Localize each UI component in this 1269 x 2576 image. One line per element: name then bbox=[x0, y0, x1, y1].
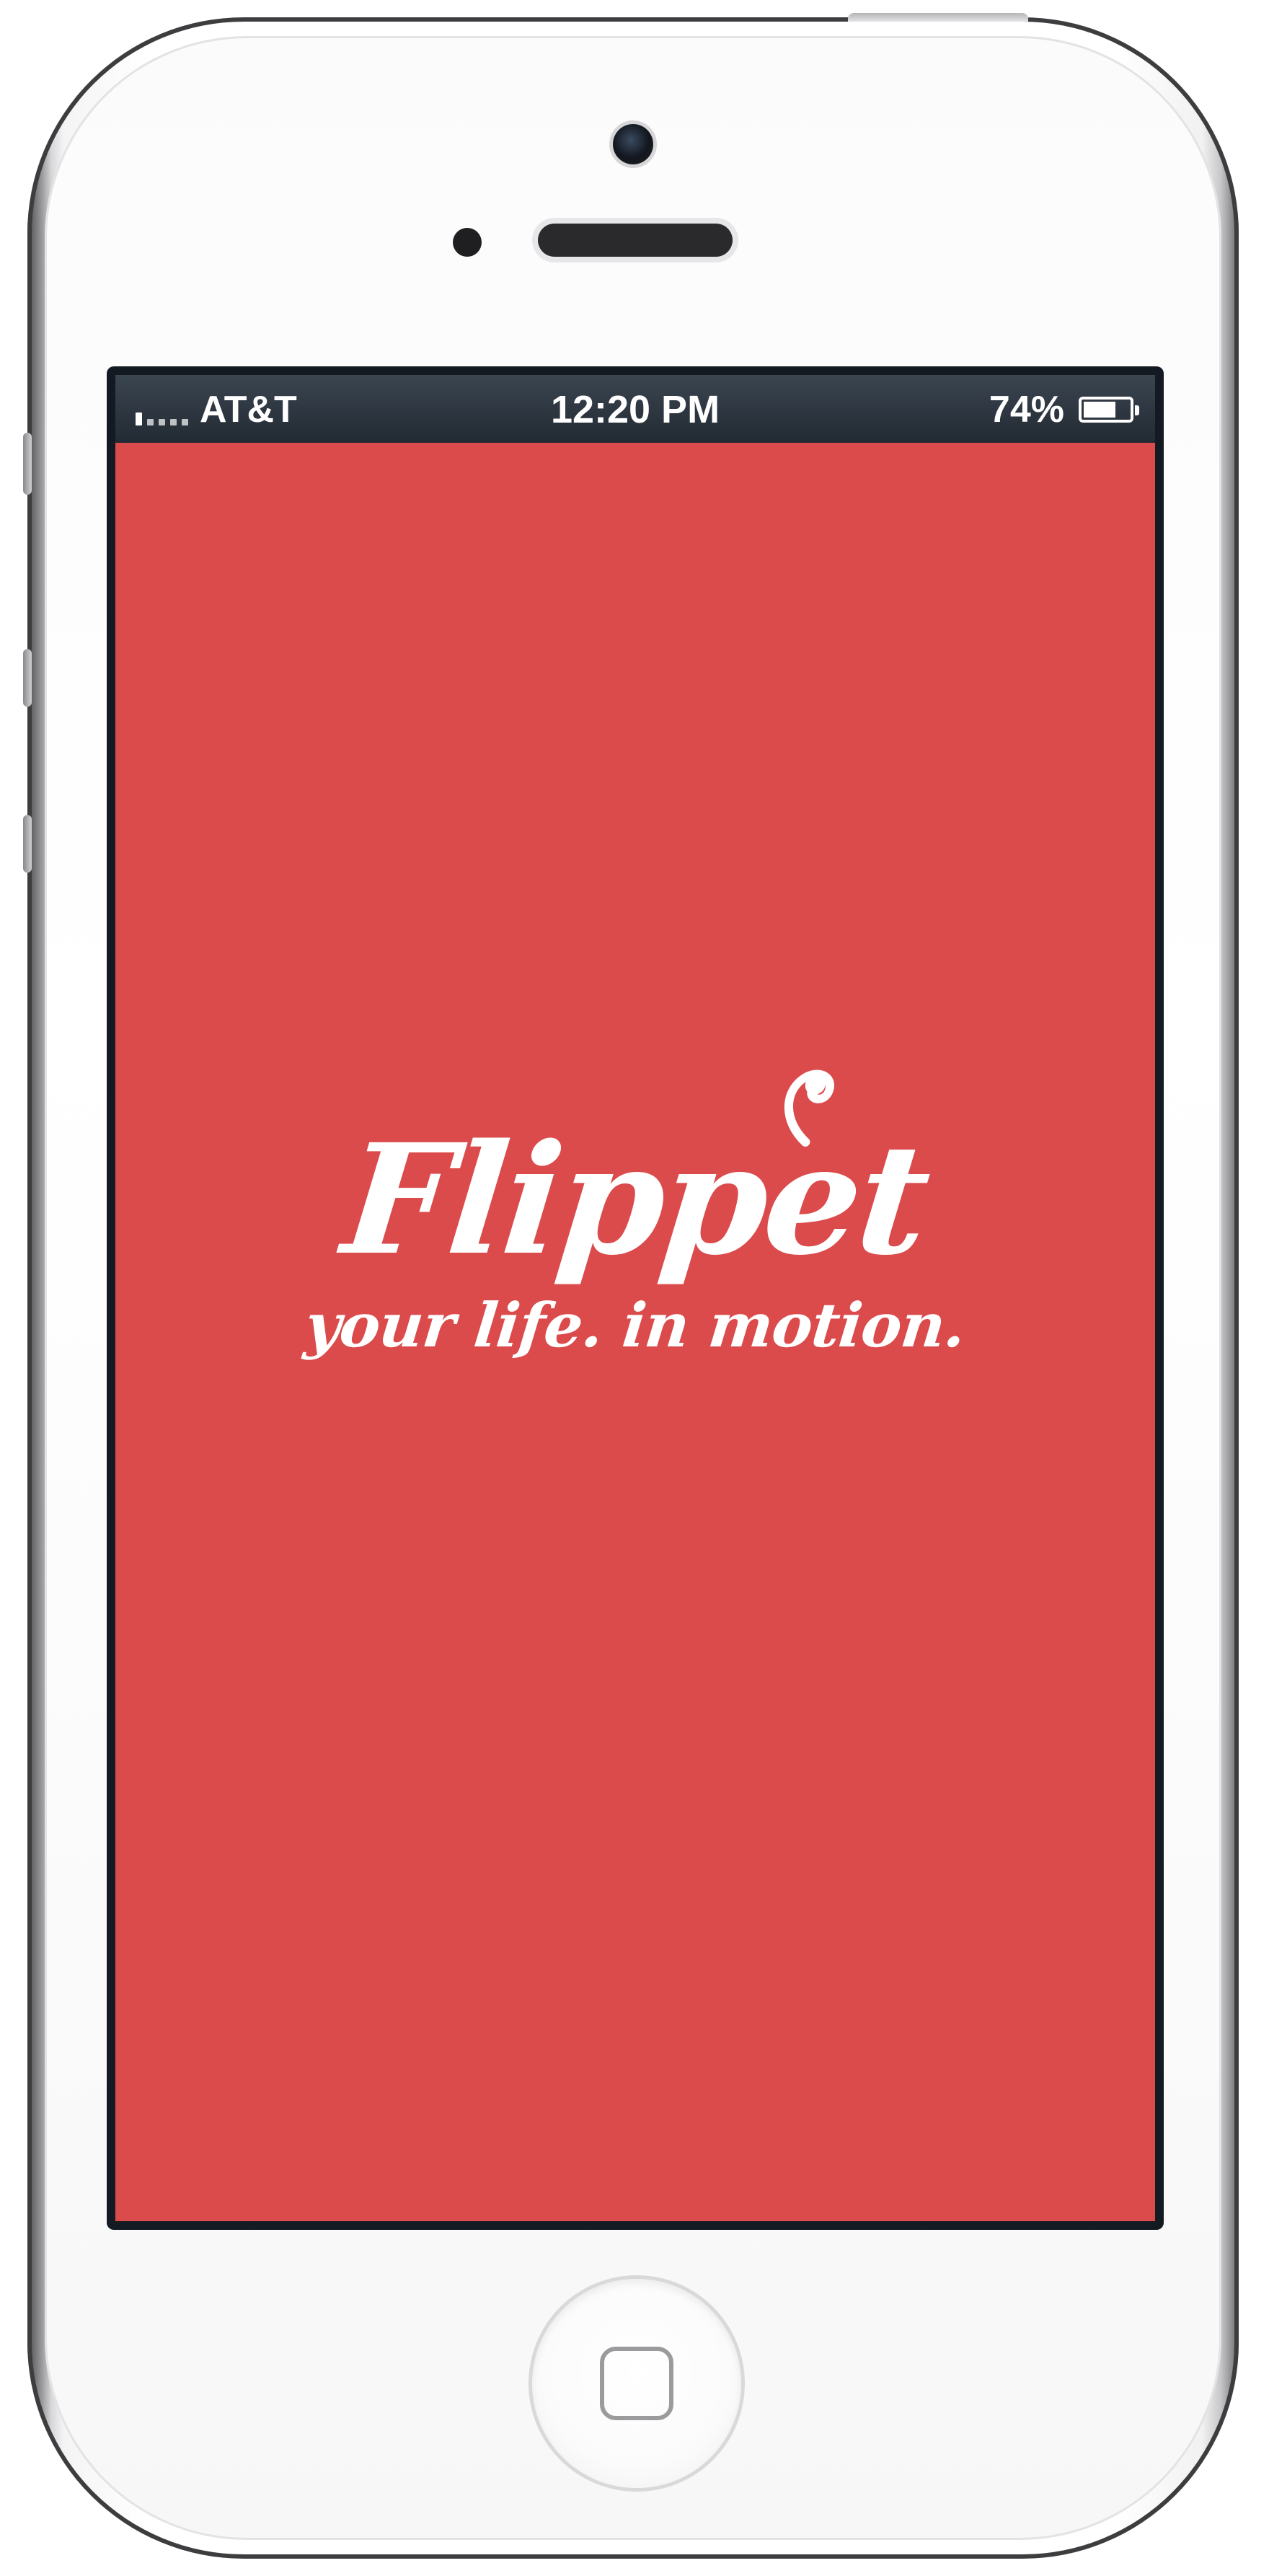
volume-up-button[interactable] bbox=[23, 649, 32, 707]
app-logo: Flippet your life. in motion. bbox=[115, 1069, 1155, 1361]
app-tagline: your life. in motion. bbox=[301, 1289, 969, 1361]
status-battery-group: 74% bbox=[989, 389, 1139, 431]
status-bar: AT&T 12:20 PM 74% bbox=[115, 375, 1155, 443]
home-button[interactable] bbox=[532, 2279, 741, 2488]
battery-icon bbox=[1079, 397, 1139, 423]
home-button-square-icon bbox=[600, 2347, 673, 2420]
volume-down-button[interactable] bbox=[23, 815, 32, 873]
app-logo-wordmark: Flippet bbox=[336, 1069, 935, 1289]
mute-switch[interactable] bbox=[23, 433, 32, 495]
logo-swirl-icon bbox=[784, 1069, 834, 1147]
front-camera bbox=[613, 124, 653, 164]
device-mockup: AT&T 12:20 PM 74% Flippet your life. in … bbox=[0, 0, 1269, 2576]
earpiece-speaker bbox=[538, 224, 733, 257]
splash-screen: Flippet your life. in motion. bbox=[115, 443, 1155, 2221]
sleep-wake-button[interactable] bbox=[848, 13, 1028, 22]
app-name: Flippet bbox=[335, 1111, 935, 1289]
battery-percent: 74% bbox=[989, 389, 1064, 431]
proximity-sensor bbox=[453, 228, 482, 257]
battery-fill bbox=[1084, 402, 1116, 418]
